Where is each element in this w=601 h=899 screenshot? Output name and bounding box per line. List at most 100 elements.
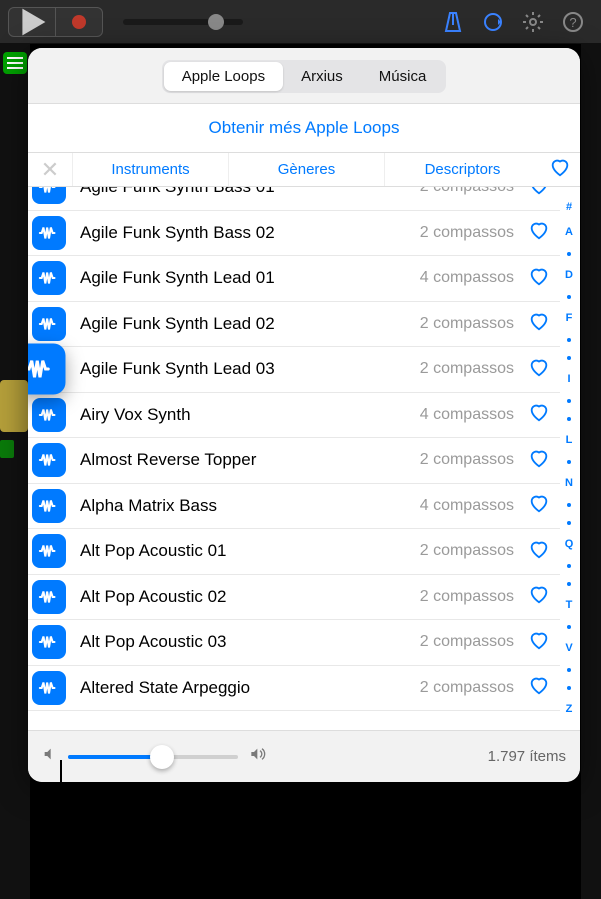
- favorite-toggle[interactable]: [524, 219, 554, 246]
- index-dot[interactable]: [567, 356, 571, 360]
- get-more-row: Obtenir més Apple Loops: [28, 103, 580, 152]
- track-header-stub: [0, 440, 14, 458]
- index-dot[interactable]: [567, 417, 571, 421]
- loop-type-icon[interactable]: [32, 534, 66, 568]
- tracks-menu-button[interactable]: [3, 52, 27, 74]
- loop-browser-button[interactable]: [473, 2, 513, 42]
- loop-type-icon[interactable]: [32, 489, 66, 523]
- loop-meta: 2 compassos: [420, 633, 524, 651]
- waveform-icon: [38, 267, 60, 289]
- record-button[interactable]: [55, 7, 103, 37]
- favorite-toggle[interactable]: [524, 265, 554, 292]
- loop-list[interactable]: Agile Funk Synth Bass 012 compassosAgile…: [28, 187, 560, 711]
- index-dot[interactable]: [567, 338, 571, 342]
- index-dot[interactable]: [567, 503, 571, 507]
- loop-type-icon[interactable]: [32, 580, 66, 614]
- index-dot[interactable]: [567, 252, 571, 256]
- loop-name: Altered State Arpeggio: [66, 678, 420, 698]
- index-letter-Q[interactable]: Q: [560, 539, 578, 550]
- loop-row[interactable]: Alt Pop Acoustic 032 compassos: [28, 620, 560, 666]
- favorite-toggle[interactable]: [524, 187, 554, 201]
- segment-música[interactable]: Música: [361, 62, 445, 91]
- index-dot[interactable]: [567, 295, 571, 299]
- heart-outline-icon: [528, 674, 550, 696]
- scrub-track[interactable]: [123, 19, 243, 25]
- loop-row[interactable]: Agile Funk Synth Lead 014 compassos: [28, 256, 560, 302]
- loop-type-icon[interactable]: [32, 398, 66, 432]
- waveform-icon: [38, 540, 60, 562]
- index-letter-I[interactable]: I: [560, 374, 578, 385]
- loop-name: Agile Funk Synth Bass 01: [66, 187, 420, 197]
- filter-descriptors[interactable]: Descriptors: [384, 153, 540, 186]
- tracks-sidebar: [0, 44, 30, 899]
- favorite-toggle[interactable]: [524, 401, 554, 428]
- segment-apple-loops[interactable]: Apple Loops: [164, 62, 283, 91]
- favorite-toggle[interactable]: [524, 674, 554, 701]
- source-segmented-control[interactable]: Apple LoopsArxiusMúsica: [162, 60, 447, 93]
- index-dot[interactable]: [567, 582, 571, 586]
- index-dot[interactable]: [567, 399, 571, 403]
- preview-volume-slider[interactable]: [68, 755, 238, 759]
- loop-row[interactable]: Altered State Arpeggio2 compassos: [28, 666, 560, 712]
- loop-type-icon[interactable]: [32, 187, 66, 204]
- get-more-link[interactable]: Obtenir més Apple Loops: [209, 118, 400, 137]
- loop-row[interactable]: Alt Pop Acoustic 012 compassos: [28, 529, 560, 575]
- favorite-toggle[interactable]: [524, 310, 554, 337]
- loop-type-icon[interactable]: [32, 671, 66, 705]
- favorite-toggle[interactable]: [524, 629, 554, 656]
- loop-row[interactable]: Agile Funk Synth Lead 022 compassos: [28, 302, 560, 348]
- index-dot[interactable]: [567, 460, 571, 464]
- favorite-toggle[interactable]: [524, 447, 554, 474]
- scrub-knob[interactable]: [208, 14, 224, 30]
- filter-instruments[interactable]: Instruments: [72, 153, 228, 186]
- index-dot[interactable]: [567, 686, 571, 690]
- index-letter-A[interactable]: A: [560, 227, 578, 238]
- loop-meta: 2 compassos: [420, 187, 524, 196]
- loop-type-icon[interactable]: [32, 261, 66, 295]
- index-dot[interactable]: [567, 668, 571, 672]
- index-letter-F[interactable]: F: [560, 313, 578, 324]
- close-filters-button[interactable]: ✕: [28, 157, 72, 183]
- loop-type-icon[interactable]: [32, 307, 66, 341]
- loop-row[interactable]: Agile Funk Synth Bass 022 compassos: [28, 211, 560, 257]
- help-button[interactable]: ?: [553, 2, 593, 42]
- loop-type-icon[interactable]: [32, 443, 66, 477]
- index-letter-L[interactable]: L: [560, 435, 578, 446]
- segment-arxius[interactable]: Arxius: [283, 62, 361, 91]
- index-letter-D[interactable]: D: [560, 270, 578, 281]
- play-button[interactable]: [8, 7, 56, 37]
- settings-button[interactable]: [513, 2, 553, 42]
- loop-row[interactable]: Almost Reverse Topper2 compassos: [28, 438, 560, 484]
- loop-row[interactable]: Agile Funk Synth Bass 012 compassos: [28, 187, 560, 211]
- loop-row[interactable]: Airy Vox Synth4 compassos: [28, 393, 560, 439]
- loop-type-icon[interactable]: [28, 344, 66, 395]
- loop-row[interactable]: Alpha Matrix Bass4 compassos: [28, 484, 560, 530]
- index-letter-N[interactable]: N: [560, 478, 578, 489]
- index-letter-V[interactable]: V: [560, 643, 578, 654]
- volume-knob[interactable]: [150, 745, 174, 769]
- index-dot[interactable]: [567, 625, 571, 629]
- favorite-toggle[interactable]: [524, 356, 554, 383]
- loop-type-icon[interactable]: [32, 625, 66, 659]
- filter-genres[interactable]: Gèneres: [228, 153, 384, 186]
- loop-name: Alt Pop Acoustic 03: [66, 632, 420, 652]
- metronome-button[interactable]: [433, 2, 473, 42]
- loop-name: Almost Reverse Topper: [66, 450, 420, 470]
- favorite-toggle[interactable]: [524, 492, 554, 519]
- loop-type-icon[interactable]: [32, 216, 66, 250]
- loop-row[interactable]: Agile Funk Synth Lead 032 compassos: [28, 347, 560, 393]
- heart-outline-icon: [528, 629, 550, 651]
- index-letter-Z[interactable]: Z: [560, 704, 578, 715]
- volume-max-icon: [248, 746, 268, 767]
- index-letter-#[interactable]: #: [560, 202, 578, 213]
- index-dot[interactable]: [567, 521, 571, 525]
- waveform-icon: [38, 449, 60, 471]
- alpha-index-rail[interactable]: # A D F I L N Q T V Z: [560, 195, 578, 722]
- favorite-toggle[interactable]: [524, 583, 554, 610]
- filter-favorites[interactable]: [540, 156, 580, 183]
- index-dot[interactable]: [567, 564, 571, 568]
- favorite-toggle[interactable]: [524, 538, 554, 565]
- index-letter-T[interactable]: T: [560, 600, 578, 611]
- loop-row[interactable]: Alt Pop Acoustic 022 compassos: [28, 575, 560, 621]
- menu-icon: [7, 57, 23, 69]
